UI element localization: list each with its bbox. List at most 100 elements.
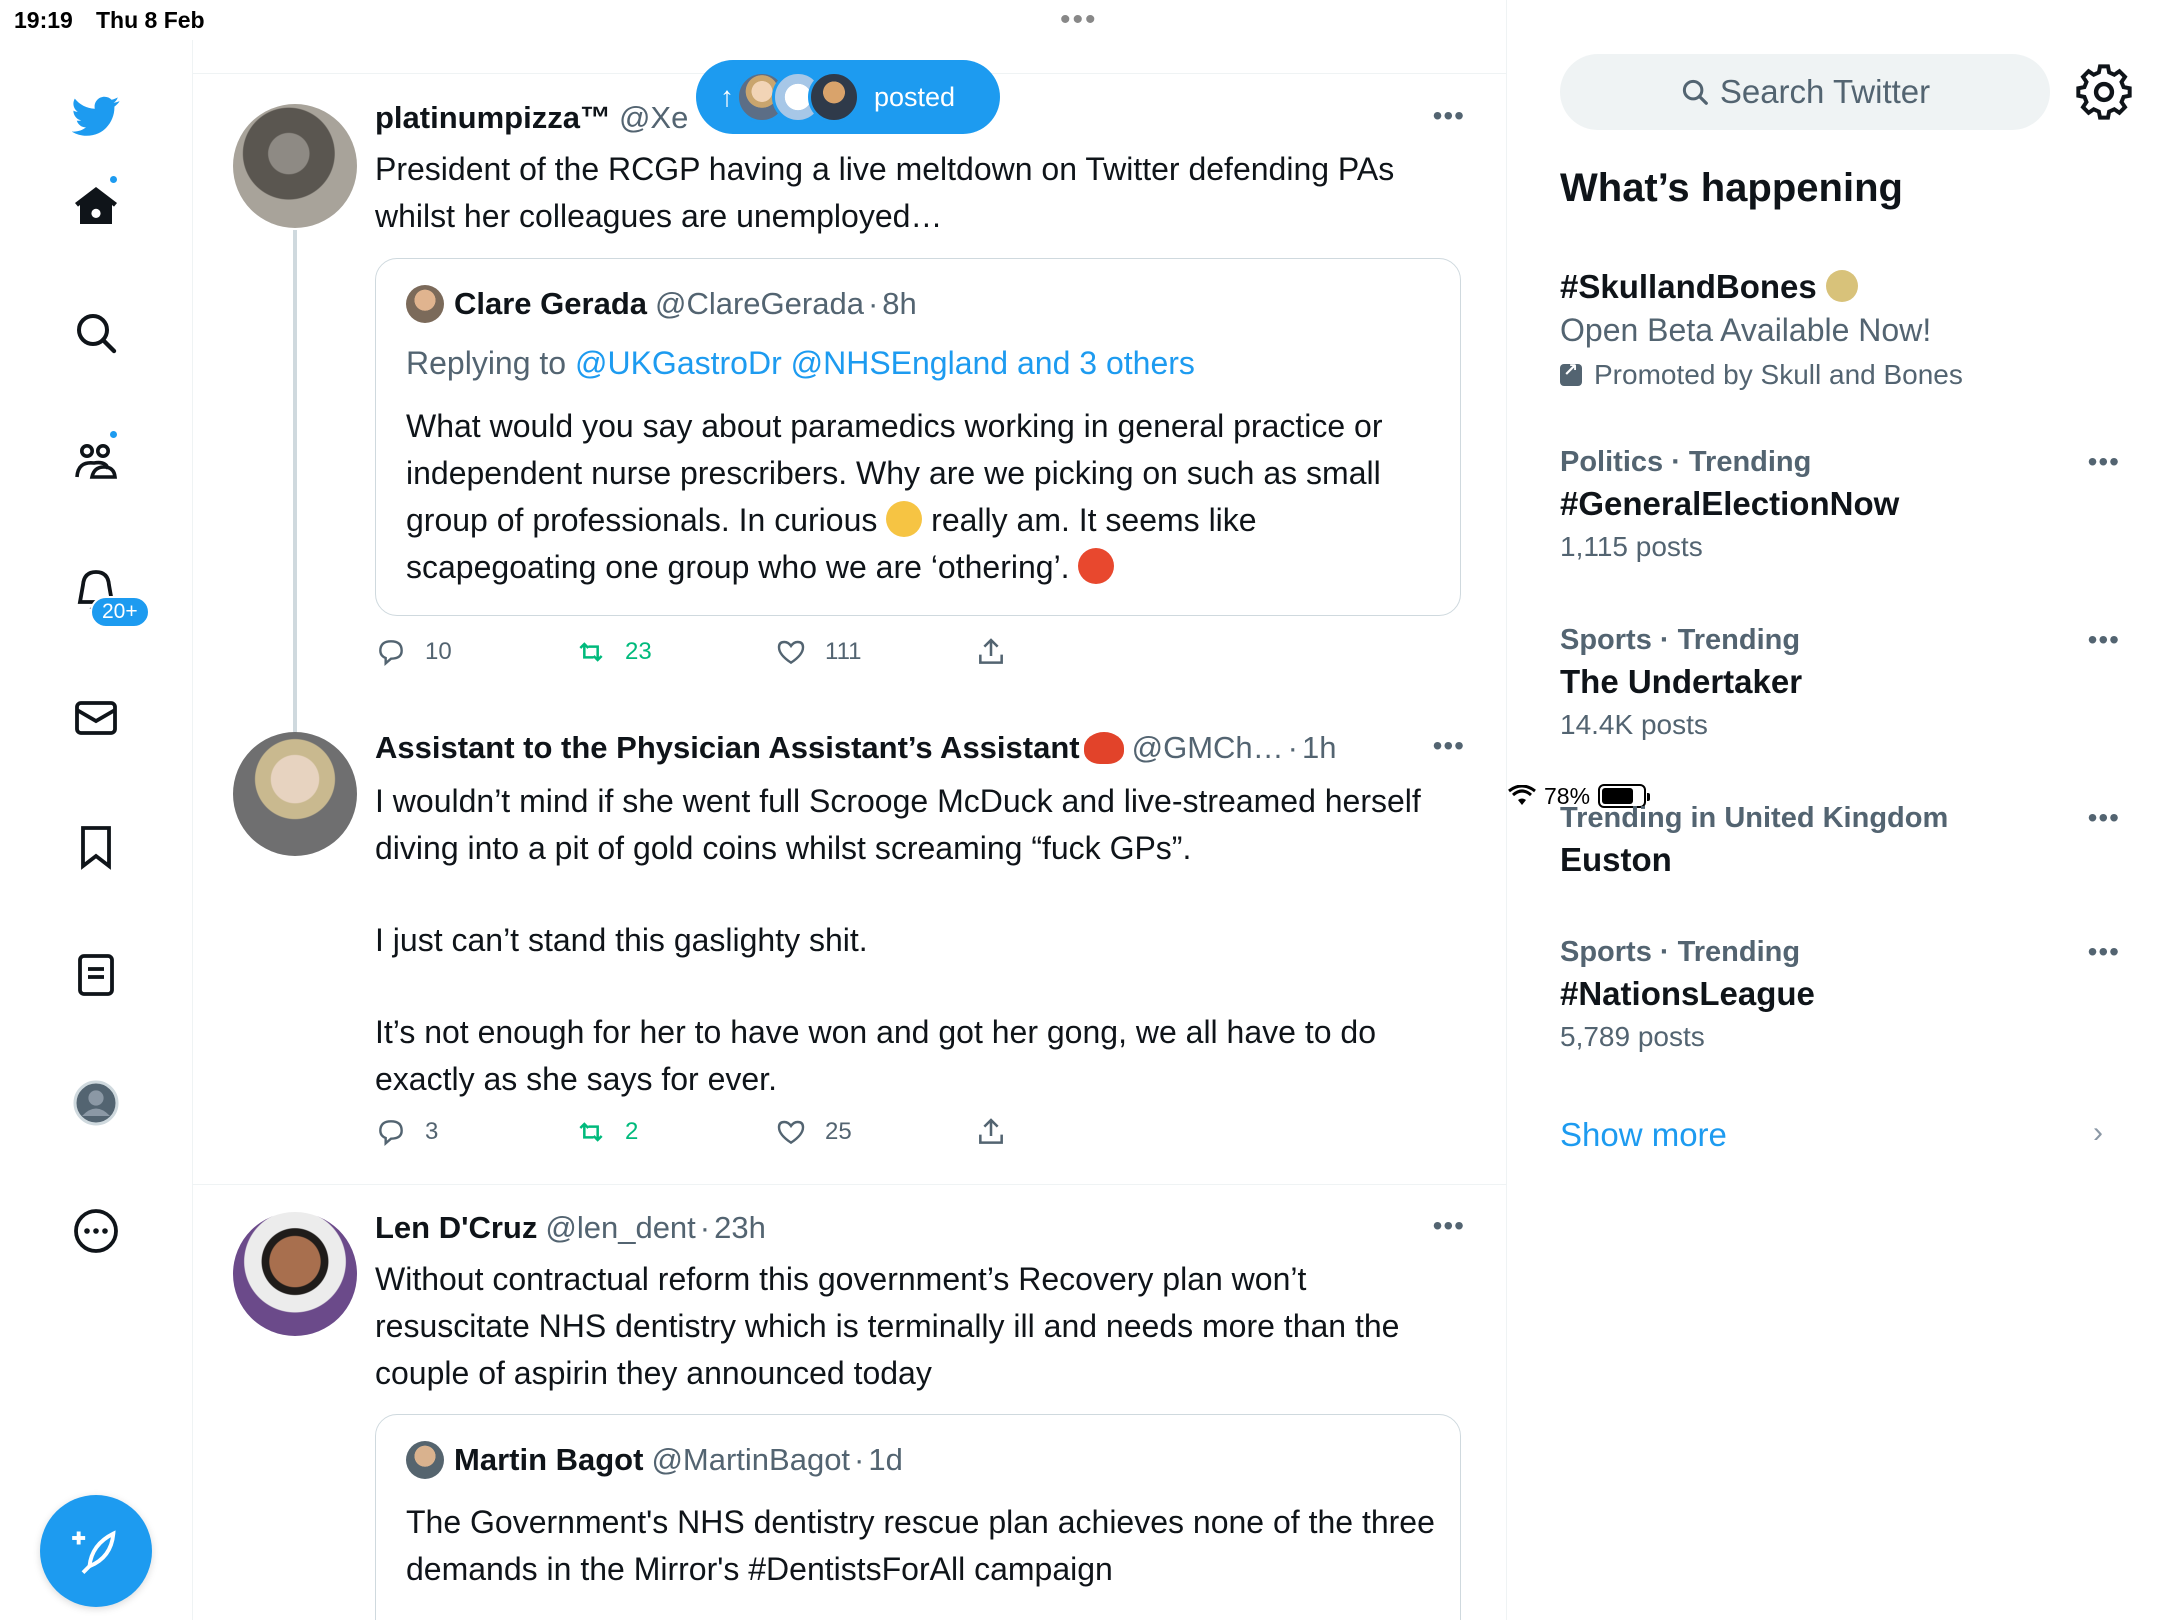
retweet-icon: [579, 642, 603, 662]
trend-more-icon[interactable]: •••: [2088, 624, 2120, 656]
tweet-time[interactable]: 1h: [1302, 730, 1336, 766]
tweet-more-icon[interactable]: •••: [1433, 730, 1465, 762]
share-icon: [979, 638, 1003, 664]
trend-more-icon[interactable]: •••: [2088, 446, 2120, 478]
search-placeholder: Search Twitter: [1719, 73, 1931, 110]
monocle-face-emoji-icon: [886, 501, 923, 537]
compose-tweet-button[interactable]: [40, 1495, 152, 1607]
quote-time-separator: ·: [867, 286, 879, 321]
tweet-text: I wouldn’t mind if she went full Scrooge…: [375, 778, 1435, 1103]
more-options-icon[interactable]: [68, 1203, 124, 1259]
trend-posts: 5,789 posts: [1560, 1021, 1705, 1052]
trend-item[interactable]: Trending in United Kingdom Euston •••: [1560, 802, 2120, 879]
reply-mentions[interactable]: @UKGastroDr @NHSEngland and 3 others: [575, 345, 1195, 381]
home-icon[interactable]: [68, 174, 124, 234]
quoted-tweet[interactable]: Martin Bagot @MartinBagot · 1d The Gover…: [375, 1414, 1461, 1620]
promoted-trend-name: #SkullandBones: [1560, 268, 1817, 305]
reply-icon: [379, 1120, 403, 1146]
tweet-divider: [193, 1184, 1506, 1185]
like-count: 25: [825, 1118, 852, 1145]
quote-time: 1d: [868, 1442, 903, 1477]
trend-item[interactable]: Sports · Trending #NationsLeague 5,789 p…: [1560, 936, 2120, 1053]
quote-header: Clare Gerada @ClareGerada · 8h: [406, 285, 917, 323]
status-time: 19:19: [14, 7, 73, 33]
quote-time-separator: ·: [854, 1442, 865, 1477]
lists-icon[interactable]: [68, 947, 124, 1003]
quote-avatar: [406, 285, 444, 323]
profile-avatar-icon[interactable]: [68, 1075, 124, 1131]
author-name[interactable]: platinumpizza™: [375, 100, 611, 136]
whats-happening-title: What’s happening: [1560, 166, 1903, 210]
pill-avatar-3: [808, 71, 860, 123]
chevron-right-icon: ›: [2093, 1116, 2103, 1149]
promoted-icon: [1560, 360, 1582, 386]
timeline: ↑ posted platinumpizza™ @Xe ••• Presiden…: [193, 0, 1507, 1620]
tweet-paragraph: It’s not enough for her to have won and …: [375, 1014, 1376, 1097]
trend-item[interactable]: Sports · Trending The Undertaker 14.4K p…: [1560, 624, 2120, 741]
like-button[interactable]: 25: [775, 1116, 852, 1148]
reply-count: 10: [425, 638, 452, 665]
tweet-actions: 10 23 111: [375, 636, 1175, 676]
quote-author-handle: @MartinBagot: [651, 1442, 851, 1477]
communities-icon[interactable]: [68, 429, 124, 489]
tweet-time[interactable]: 23h: [714, 1210, 766, 1246]
avatar[interactable]: [233, 732, 357, 856]
time-separator: ·: [699, 1210, 711, 1245]
quote-avatar: [406, 1441, 444, 1479]
replying-to: Replying to @UKGastroDr @NHSEngland and …: [406, 345, 1195, 382]
settings-gear-icon[interactable]: [2076, 64, 2132, 120]
skull-crossbones-emoji-icon: [1825, 270, 1858, 302]
heart-icon: [777, 640, 805, 665]
like-button[interactable]: 111: [775, 636, 861, 668]
avatar[interactable]: [233, 104, 357, 228]
tweet-paragraph: I just can’t stand this gaslighty shit.: [375, 922, 868, 958]
author-name[interactable]: Len D'Cruz: [375, 1210, 537, 1246]
quoted-tweet[interactable]: Clare Gerada @ClareGerada · 8h Replying …: [375, 258, 1461, 616]
replying-prefix: Replying to: [406, 345, 575, 381]
quote-author-name: Martin Bagot: [454, 1442, 644, 1477]
new-posts-pill[interactable]: ↑ posted: [696, 60, 1000, 134]
feather-plus-icon: [72, 1530, 116, 1575]
promoted-by: Promoted by Skull and Bones: [1560, 359, 2120, 391]
quote-text: What would you say about paramedics work…: [406, 403, 1436, 591]
tweet-paragraph: I wouldn’t mind if she went full Scrooge…: [375, 783, 1421, 866]
tweet-more-icon[interactable]: •••: [1433, 1210, 1465, 1242]
promoted-trend[interactable]: #SkullandBones Open Beta Available Now! …: [1560, 262, 2120, 391]
author-handle[interactable]: @Xe: [619, 100, 688, 136]
share-button[interactable]: [975, 636, 1025, 668]
tweet-header: Len D'Cruz @len_dent · 23h: [375, 1210, 766, 1246]
like-count: 111: [825, 638, 862, 665]
trend-item[interactable]: Politics · Trending #GeneralElectionNow …: [1560, 446, 2120, 563]
avatar[interactable]: [233, 1212, 357, 1336]
retweet-button[interactable]: 23: [575, 636, 652, 668]
reply-button[interactable]: 3: [375, 1116, 438, 1148]
share-button[interactable]: [975, 1116, 1025, 1148]
trend-more-icon[interactable]: •••: [2088, 936, 2120, 968]
quote-author-handle: @ClareGerada: [655, 286, 864, 321]
search-input[interactable]: Search Twitter: [1560, 54, 2050, 130]
promoted-by-text: Promoted by Skull and Bones: [1594, 359, 1963, 390]
communities-unread-dot: [108, 429, 119, 440]
twitter-logo-icon[interactable]: [68, 88, 124, 144]
trend-more-icon[interactable]: •••: [2088, 802, 2120, 834]
tweet-header: platinumpizza™ @Xe: [375, 100, 688, 136]
tweet-header: Assistant to the Physician Assistant’s A…: [375, 730, 1336, 766]
author-handle[interactable]: @len_dent: [545, 1210, 695, 1246]
tweet-actions: 3 2 25: [375, 1116, 1175, 1156]
promoted-subtitle: Open Beta Available Now!: [1560, 312, 1932, 348]
tweet-more-icon[interactable]: •••: [1433, 100, 1465, 132]
trend-name: #SkullandBones: [1560, 268, 2120, 306]
retweet-button[interactable]: 2: [575, 1116, 638, 1148]
angry-face-emoji-icon: [1078, 548, 1115, 584]
heart-icon: [777, 1120, 805, 1145]
author-handle[interactable]: @GMCh…: [1132, 730, 1284, 766]
messages-envelope-icon[interactable]: [68, 690, 124, 746]
reply-button[interactable]: 10: [375, 636, 452, 668]
show-more-link[interactable]: Show more: [1560, 1116, 1727, 1154]
author-name[interactable]: Assistant to the Physician Assistant’s A…: [375, 730, 1080, 766]
trend-name: The Undertaker: [1560, 663, 1803, 700]
explore-search-icon[interactable]: [68, 305, 124, 361]
trend-name: #GeneralElectionNow: [1560, 485, 1900, 522]
bookmarks-icon[interactable]: [68, 819, 124, 875]
trend-context: Politics · Trending: [1560, 446, 1812, 478]
